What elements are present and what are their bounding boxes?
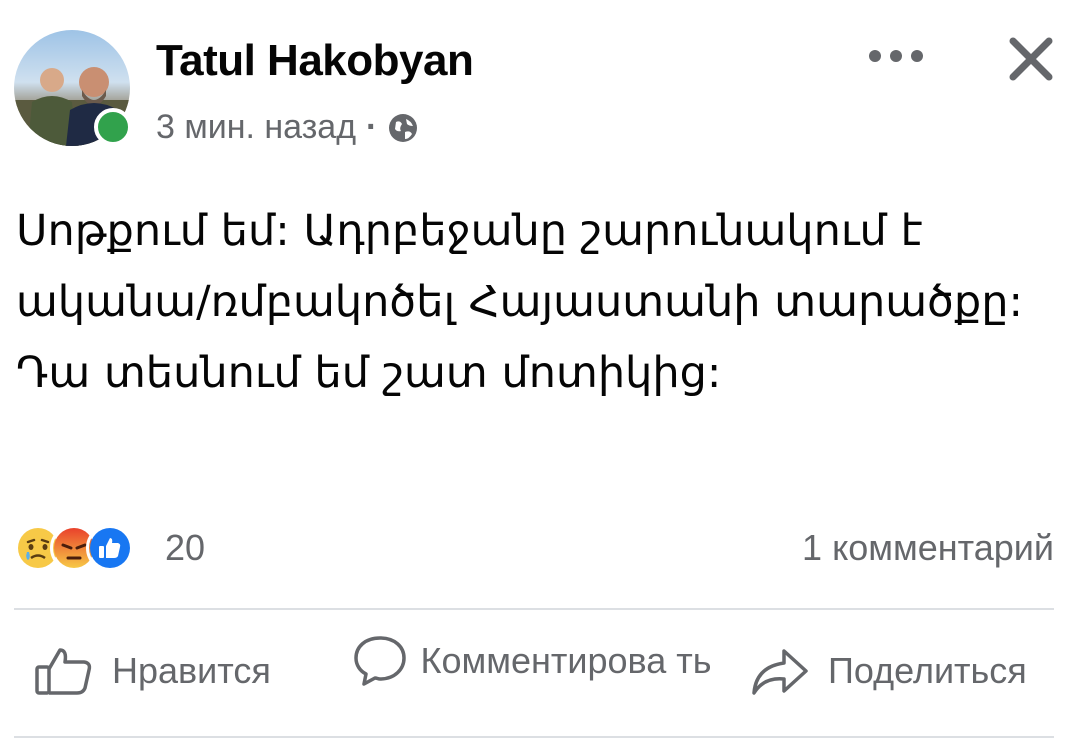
post-meta: 3 мин. назад · xyxy=(156,108,419,147)
share-button[interactable]: Поделиться xyxy=(750,645,1027,697)
comment-label: Комментирова ть xyxy=(420,640,712,681)
like-button[interactable]: Нравится xyxy=(34,645,271,697)
thumbs-up-icon xyxy=(35,648,92,695)
share-label: Поделиться xyxy=(828,650,1027,691)
post-timestamp[interactable]: 3 мин. назад xyxy=(156,108,356,147)
online-status-indicator xyxy=(94,108,132,146)
actions-divider xyxy=(14,608,1054,610)
close-icon xyxy=(1009,37,1053,81)
more-horizontal-icon xyxy=(869,50,923,62)
globe-icon xyxy=(387,112,419,144)
meta-separator: · xyxy=(366,108,378,146)
comment-bubble-icon xyxy=(354,636,406,686)
comment-count-link[interactable]: 1 комментарий xyxy=(802,527,1054,569)
reaction-count[interactable]: 20 xyxy=(165,527,205,569)
like-reaction-icon xyxy=(86,524,134,572)
comment-button[interactable]: Комментирова ть xyxy=(352,634,716,688)
bottom-divider xyxy=(14,736,1054,738)
like-label: Нравится xyxy=(112,650,271,691)
post-body-text: Սոթքում եմ: Ադրբեջանը շարունակում է ական… xyxy=(16,206,1023,398)
close-button[interactable] xyxy=(1000,28,1062,90)
reaction-icons[interactable] xyxy=(14,524,134,572)
author-avatar[interactable] xyxy=(14,30,132,146)
share-arrow-icon xyxy=(752,649,808,695)
author-name[interactable]: Tatul Hakobyan xyxy=(156,36,474,86)
more-options-button[interactable] xyxy=(864,36,928,76)
